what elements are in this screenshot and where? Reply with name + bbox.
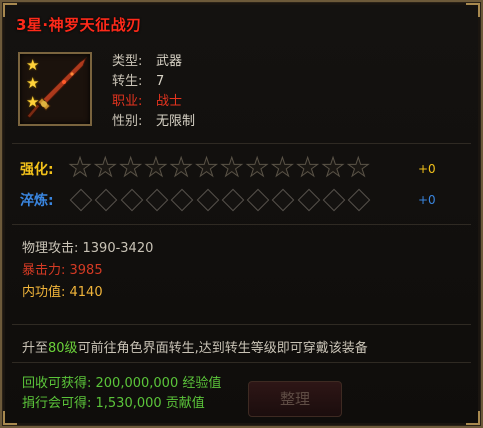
- class-row: 职业: 战士: [112, 92, 195, 112]
- refine-diamond-icon: [144, 187, 169, 212]
- divider: [12, 362, 471, 363]
- refine-diamond-icon: [245, 187, 270, 212]
- type-value: 武器: [156, 54, 183, 69]
- physical-attack-stat: 物理攻击: 1390-3420: [22, 241, 154, 256]
- enhance-star-icon: ★: [296, 153, 320, 183]
- frame-corner: [3, 411, 17, 425]
- enhance-star-icon: ★: [245, 153, 269, 183]
- star-icon: ★: [26, 74, 40, 92]
- gender-label: 性别:: [112, 114, 143, 129]
- sort-button[interactable]: 整理: [248, 381, 342, 417]
- refine-diamond-icon: [220, 187, 245, 212]
- enhance-star-icon: ★: [270, 153, 295, 183]
- class-label: 职业:: [112, 94, 143, 109]
- item-title: 3星·神罗天征战刃: [16, 16, 142, 34]
- refine-diamond-icon: [270, 187, 295, 212]
- enhance-star-icon: ★: [321, 153, 345, 183]
- enhance-star-icon: ★: [68, 153, 92, 183]
- type-label: 类型:: [112, 54, 143, 69]
- refine-diamond-icon: [169, 187, 194, 212]
- frame-corner: [3, 3, 17, 17]
- type-row: 类型: 武器: [112, 52, 195, 72]
- crit-stat: 暴击力: 3985: [22, 263, 103, 278]
- refine-diamond-icon: [93, 187, 118, 212]
- rebirth-description: 升至80级可前往角色界面转生,达到转生等级即可穿戴该装备: [22, 337, 368, 356]
- stats-block: 物理攻击: 1390-3420 暴击力: 3985 内功值: 4140: [22, 238, 153, 304]
- inner-power-stat: 内功值: 4140: [22, 285, 103, 300]
- enhance-label: 强化:: [20, 162, 54, 178]
- enhance-plus: +0: [418, 162, 436, 176]
- enhance-star-icon: ★: [220, 153, 244, 183]
- frame-corner: [466, 3, 480, 17]
- guild-reward: 捐行会可得: 1,530,000 贡献值: [22, 396, 205, 411]
- enhance-star-icon: ★: [346, 153, 370, 183]
- refine-diamond-icon: [321, 187, 346, 212]
- recycle-reward: 回收可获得: 200,000,000 经验值: [22, 376, 222, 391]
- divider: [12, 143, 471, 144]
- refine-diamond-icon: [119, 187, 143, 212]
- enhance-star-icon: ★: [93, 153, 117, 183]
- star-icon: ★: [26, 56, 40, 74]
- enhance-star-icon: ★: [194, 153, 219, 183]
- item-icon-slot[interactable]: ★ ★ ★: [18, 52, 92, 126]
- refine-diamond-icon: [195, 187, 219, 212]
- rebirth-row: 转生: 7: [112, 72, 195, 92]
- refine-label: 淬炼:: [20, 193, 54, 209]
- desc-suffix: 可前往角色界面转生,达到转生等级即可穿戴该装备: [77, 341, 368, 356]
- refine-plus: +0: [418, 193, 436, 207]
- gender-value: 无限制: [156, 114, 196, 129]
- divider: [12, 324, 471, 325]
- item-tooltip: 3星·神罗天征战刃 ★ ★ ★ 类型: 武器 转生: 7 职业: 战士 性别: …: [0, 0, 483, 428]
- desc-highlight: 80级: [48, 341, 78, 356]
- desc-prefix: 升至: [22, 341, 49, 356]
- divider: [12, 224, 471, 225]
- enhance-star-icon: ★: [118, 153, 143, 183]
- enhance-star-icon: ★: [144, 153, 168, 183]
- class-value: 战士: [156, 94, 183, 109]
- item-info: 类型: 武器 转生: 7 职业: 战士 性别: 无限制: [112, 52, 195, 132]
- star-icon: ★: [26, 93, 40, 111]
- rebirth-value: 7: [156, 74, 165, 89]
- refine-diamond-icon: [68, 187, 93, 212]
- enhance-star-icon: ★: [169, 153, 193, 183]
- gender-row: 性别: 无限制: [112, 112, 195, 132]
- refine-diamond-icon: [346, 187, 371, 212]
- rebirth-label: 转生:: [112, 74, 143, 89]
- rewards-block: 回收可获得: 200,000,000 经验值 捐行会可得: 1,530,000 …: [22, 374, 221, 414]
- refine-diamond-icon: [296, 187, 321, 212]
- frame-corner: [466, 411, 480, 425]
